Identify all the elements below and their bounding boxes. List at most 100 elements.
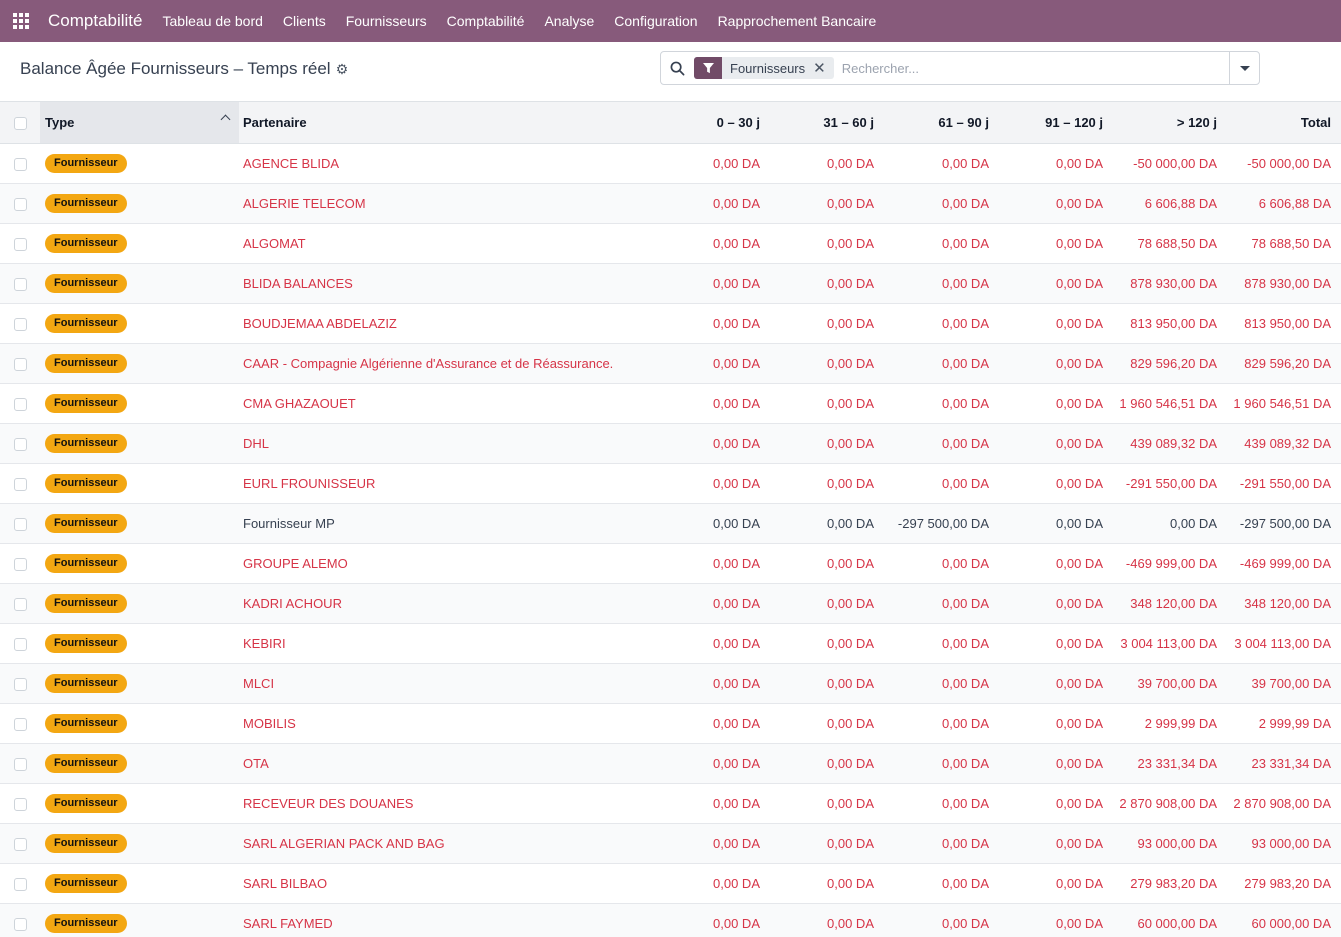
nav-configuration[interactable]: Configuration: [604, 0, 707, 42]
table-row[interactable]: Fournisseur ALGERIE TELECOM 0,00 DA 0,00 DA…: [0, 183, 1341, 223]
row-checkbox[interactable]: [13, 277, 27, 291]
row-checkbox[interactable]: [13, 757, 27, 771]
table-row[interactable]: Fournisseur DHL 0,00 DA 0,00 DA 0,00 DA 0,00 …: [0, 423, 1341, 463]
nav-analyse[interactable]: Analyse: [534, 0, 604, 42]
amount-31-60: 0,00 DA: [827, 835, 874, 851]
search-input[interactable]: [841, 60, 1229, 76]
partner-cell[interactable]: BLIDA BALANCES: [239, 263, 659, 303]
table-row[interactable]: Fournisseur CMA GHAZAOUET 0,00 DA 0,00 DA 0,…: [0, 383, 1341, 423]
row-checkbox[interactable]: [13, 397, 27, 411]
amount-91-120: 0,00 DA: [1056, 555, 1103, 571]
partner-cell[interactable]: EURL FROUNISSEUR: [239, 463, 659, 503]
search-options-toggle[interactable]: [1229, 52, 1259, 84]
table-row[interactable]: Fournisseur BLIDA BALANCES 0,00 DA 0,00 DA 0…: [0, 263, 1341, 303]
row-checkbox[interactable]: [13, 317, 27, 331]
column-header-61-90[interactable]: 61 – 90 j: [884, 102, 999, 144]
row-checkbox[interactable]: [13, 917, 27, 931]
row-checkbox[interactable]: [13, 837, 27, 851]
row-checkbox[interactable]: [13, 157, 27, 171]
amount-over-120: 60 000,00 DA: [1137, 915, 1217, 931]
row-checkbox[interactable]: [13, 197, 27, 211]
partner-cell[interactable]: SARL FAYMED: [239, 903, 659, 937]
nav-comptabilite[interactable]: Comptabilité: [437, 0, 535, 42]
row-checkbox[interactable]: [13, 357, 27, 371]
partner-cell[interactable]: SARL ALGERIAN PACK AND BAG: [239, 823, 659, 863]
amount-total: 878 930,00 DA: [1244, 275, 1331, 291]
table-row[interactable]: Fournisseur RECEVEUR DES DOUANES 0,00 DA 0,…: [0, 783, 1341, 823]
row-checkbox[interactable]: [13, 477, 27, 491]
type-cell: Fournisseur: [40, 503, 239, 543]
page-title: Balance Âgée Fournisseurs – Temps réel: [20, 59, 331, 78]
column-header-0-30[interactable]: 0 – 30 j: [659, 102, 770, 144]
type-badge: Fournisseur: [45, 833, 127, 853]
amount-91-120: 0,00 DA: [1056, 435, 1103, 451]
partner-cell[interactable]: Fournisseur MP: [239, 503, 659, 543]
table-row[interactable]: Fournisseur ALGOMAT 0,00 DA 0,00 DA 0,00 DA 0…: [0, 223, 1341, 263]
partner-cell[interactable]: BOUDJEMAA ABDELAZIZ: [239, 303, 659, 343]
column-header-type[interactable]: Type: [40, 102, 239, 144]
amount-31-60: 0,00 DA: [827, 715, 874, 731]
column-header-91-120[interactable]: 91 – 120 j: [999, 102, 1113, 144]
amount-31-60: 0,00 DA: [827, 275, 874, 291]
partner-cell[interactable]: RECEVEUR DES DOUANES: [239, 783, 659, 823]
partner-cell[interactable]: ALGOMAT: [239, 223, 659, 263]
table-row[interactable]: Fournisseur AGENCE BLIDA 0,00 DA 0,00 DA 0,0…: [0, 143, 1341, 183]
row-checkbox[interactable]: [13, 517, 27, 531]
partner-cell[interactable]: MLCI: [239, 663, 659, 703]
row-checkbox[interactable]: [13, 797, 27, 811]
column-header-31-60[interactable]: 31 – 60 j: [770, 102, 884, 144]
select-all-checkbox[interactable]: [13, 116, 27, 130]
table-row[interactable]: Fournisseur SARL ALGERIAN PACK AND BAG 0,0…: [0, 823, 1341, 863]
partner-cell[interactable]: GROUPE ALEMO: [239, 543, 659, 583]
table-row[interactable]: Fournisseur BOUDJEMAA ABDELAZIZ 0,00 DA 0,0…: [0, 303, 1341, 343]
table-row[interactable]: Fournisseur GROUPE ALEMO 0,00 DA 0,00 DA 0,0…: [0, 543, 1341, 583]
table-row[interactable]: Fournisseur Fournisseur MP 0,00 DA 0,00 DA -…: [0, 503, 1341, 543]
table-row[interactable]: Fournisseur KEBIRI 0,00 DA 0,00 DA 0,00 DA 0,…: [0, 623, 1341, 663]
partner-cell[interactable]: AGENCE BLIDA: [239, 143, 659, 183]
amount-0-30: 0,00 DA: [713, 915, 760, 931]
amount-0-30: 0,00 DA: [713, 835, 760, 851]
table-row[interactable]: Fournisseur EURL FROUNISSEUR 0,00 DA 0,00 D…: [0, 463, 1341, 503]
table-row[interactable]: Fournisseur CAAR - Compagnie Algérienne d…: [0, 343, 1341, 383]
nav-tableau-de-bord[interactable]: Tableau de bord: [153, 0, 273, 42]
table-row[interactable]: Fournisseur SARL FAYMED 0,00 DA 0,00 DA 0,00…: [0, 903, 1341, 937]
partner-cell[interactable]: MOBILIS: [239, 703, 659, 743]
row-checkbox[interactable]: [13, 717, 27, 731]
partner-cell[interactable]: OTA: [239, 743, 659, 783]
apps-menu-icon[interactable]: [0, 0, 42, 42]
row-checkbox[interactable]: [13, 437, 27, 451]
partner-cell[interactable]: KEBIRI: [239, 623, 659, 663]
row-checkbox[interactable]: [13, 237, 27, 251]
amount-61-90: 0,00 DA: [942, 355, 989, 371]
table-row[interactable]: Fournisseur MLCI 0,00 DA 0,00 DA 0,00 DA 0,00…: [0, 663, 1341, 703]
nav-rapprochement-bancaire[interactable]: Rapprochement Bancaire: [708, 0, 887, 42]
row-checkbox[interactable]: [13, 877, 27, 891]
column-header-over-120[interactable]: > 120 j: [1113, 102, 1227, 144]
row-checkbox[interactable]: [13, 597, 27, 611]
partner-cell[interactable]: DHL: [239, 423, 659, 463]
facet-close-icon[interactable]: ✕: [813, 59, 834, 77]
nav-fournisseurs[interactable]: Fournisseurs: [336, 0, 437, 42]
partner-cell[interactable]: KADRI ACHOUR: [239, 583, 659, 623]
amount-0-30: 0,00 DA: [713, 355, 760, 371]
app-name[interactable]: Comptabilité: [48, 11, 143, 31]
table-row[interactable]: Fournisseur OTA 0,00 DA 0,00 DA 0,00 DA 0,00 …: [0, 743, 1341, 783]
partner-cell[interactable]: CMA GHAZAOUET: [239, 383, 659, 423]
table-row[interactable]: Fournisseur KADRI ACHOUR 0,00 DA 0,00 DA 0,0…: [0, 583, 1341, 623]
partner-cell[interactable]: SARL BILBAO: [239, 863, 659, 903]
table-row[interactable]: Fournisseur MOBILIS 0,00 DA 0,00 DA 0,00 DA 0…: [0, 703, 1341, 743]
amount-0-30: 0,00 DA: [713, 635, 760, 651]
row-checkbox[interactable]: [13, 677, 27, 691]
table-row[interactable]: Fournisseur SARL BILBAO 0,00 DA 0,00 DA 0,00…: [0, 863, 1341, 903]
column-header-total[interactable]: Total: [1227, 102, 1341, 144]
row-checkbox[interactable]: [13, 557, 27, 571]
amount-61-90: 0,00 DA: [942, 475, 989, 491]
partner-cell[interactable]: ALGERIE TELECOM: [239, 183, 659, 223]
amount-over-120: 279 983,20 DA: [1130, 875, 1217, 891]
column-header-partner[interactable]: Partenaire: [239, 102, 659, 144]
gear-icon[interactable]: ⚙: [336, 61, 349, 78]
row-checkbox[interactable]: [13, 637, 27, 651]
partner-cell[interactable]: CAAR - Compagnie Algérienne d'Assurance …: [239, 343, 659, 383]
nav-clients[interactable]: Clients: [273, 0, 336, 42]
search-icon[interactable]: [661, 52, 693, 84]
